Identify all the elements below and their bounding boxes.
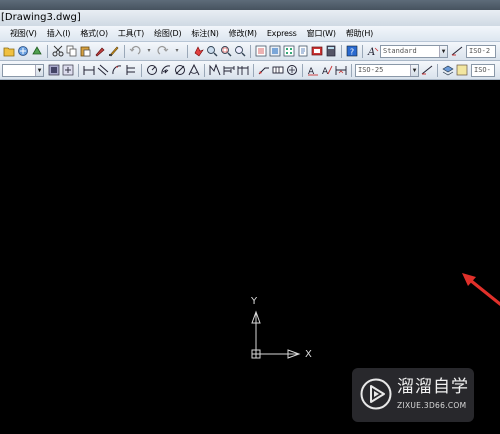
toolbar-separator xyxy=(253,63,254,77)
menu-help[interactable]: 帮助(H) xyxy=(343,27,376,41)
toolbar-separator xyxy=(78,63,79,77)
dimension-style-icon[interactable] xyxy=(421,64,433,76)
toolbar-separator xyxy=(204,63,205,77)
jogged-dimension-icon[interactable] xyxy=(160,64,172,76)
menu-modify[interactable]: 修改(M) xyxy=(226,27,260,41)
menu-format[interactable]: 格式(O) xyxy=(77,27,111,41)
undo-dropdown-icon[interactable]: ▾ xyxy=(143,45,155,57)
ucs-y-label: Y xyxy=(251,296,258,307)
open-icon[interactable] xyxy=(3,45,15,57)
quick-leader-icon[interactable] xyxy=(258,64,270,76)
markup-set-icon[interactable] xyxy=(311,45,323,57)
redo-dropdown-icon[interactable]: ▾ xyxy=(171,45,183,57)
tolerance-icon[interactable] xyxy=(272,64,284,76)
dimension-text-edit-icon[interactable]: A xyxy=(321,64,333,76)
watermark: 溜溜自学 ZIXUE.3D66.COM xyxy=(352,368,474,422)
diameter-dimension-icon[interactable] xyxy=(174,64,186,76)
menu-express[interactable]: Express xyxy=(264,27,300,41)
undo-icon[interactable] xyxy=(129,45,141,57)
publish-icon[interactable] xyxy=(31,45,43,57)
dim-style-combo[interactable]: ISO-25 ▼ xyxy=(355,63,419,77)
ucs-x-label: X xyxy=(305,349,312,360)
toolbar-separator xyxy=(250,44,251,58)
toolbar-separator xyxy=(341,44,342,58)
toolbar-separator xyxy=(187,44,188,58)
copy-icon[interactable] xyxy=(66,45,78,57)
dim-style-icon[interactable] xyxy=(451,45,463,57)
dim-style-combo-top[interactable]: ISO-2 xyxy=(466,44,496,58)
layer-state-icon[interactable] xyxy=(456,64,468,76)
ordinate-dimension-icon[interactable] xyxy=(125,64,137,76)
design-center-icon[interactable] xyxy=(269,45,281,57)
radius-dimension-icon[interactable] xyxy=(146,64,158,76)
text-style-icon[interactable]: A xyxy=(367,45,379,57)
chevron-down-icon[interactable]: ▼ xyxy=(439,45,447,57)
ucs-icon: Y X xyxy=(246,296,320,368)
title-bar: [Drawing3.dwg] xyxy=(0,0,500,26)
menu-draw[interactable]: 绘图(D) xyxy=(151,27,184,41)
layer-properties-icon[interactable] xyxy=(48,64,60,76)
play-logo-icon xyxy=(360,378,392,410)
chevron-down-icon[interactable]: ▼ xyxy=(35,64,43,76)
watermark-url: ZIXUE.3D66.COM xyxy=(397,401,467,410)
menu-view[interactable]: 视图(V) xyxy=(7,27,40,41)
text-style-combo[interactable]: Standard ▼ xyxy=(380,44,448,58)
menu-dimension[interactable]: 标注(N) xyxy=(188,27,221,41)
layers-icon[interactable] xyxy=(442,64,454,76)
linear-dimension-icon[interactable] xyxy=(83,64,95,76)
svg-text:A: A xyxy=(322,67,329,76)
continue-dimension-icon[interactable] xyxy=(237,64,249,76)
text-style-value: Standard xyxy=(383,46,417,55)
zoom-window-icon[interactable] xyxy=(220,45,232,57)
menu-window[interactable]: 窗口(W) xyxy=(304,27,339,41)
quick-dimension-icon[interactable] xyxy=(209,64,221,76)
standard-toolbar: ▾ ▾ ? A Standard ▼ ISO-2 xyxy=(0,42,500,61)
right-combo[interactable]: ISO- xyxy=(471,63,495,77)
menu-tools[interactable]: 工具(T) xyxy=(115,27,147,41)
menu-insert[interactable]: 插入(I) xyxy=(44,27,74,41)
layer-combo[interactable]: ▼ xyxy=(2,63,44,77)
sheet-set-icon[interactable] xyxy=(17,45,29,57)
dimension-edit-icon[interactable]: A xyxy=(307,64,319,76)
layer-previous-icon[interactable] xyxy=(62,64,74,76)
svg-text:?: ? xyxy=(350,48,354,57)
pan-icon[interactable] xyxy=(192,45,204,57)
toolbar-separator xyxy=(124,44,125,58)
toolbar-separator xyxy=(362,44,363,58)
toolbar-separator xyxy=(351,63,352,77)
center-mark-icon[interactable] xyxy=(286,64,298,76)
tool-palettes-icon[interactable] xyxy=(283,45,295,57)
toolbar-separator xyxy=(302,63,303,77)
angular-dimension-icon[interactable] xyxy=(188,64,200,76)
block-editor-icon[interactable] xyxy=(108,45,120,57)
menu-bar: 视图(V) 插入(I) 格式(O) 工具(T) 绘图(D) 标注(N) 修改(M… xyxy=(0,26,500,42)
toolbar-separator xyxy=(437,63,438,77)
properties-icon[interactable] xyxy=(255,45,267,57)
zoom-previous-icon[interactable] xyxy=(234,45,246,57)
toolbar-separator xyxy=(141,63,142,77)
dim-style-value-top: ISO-2 xyxy=(469,46,491,55)
sheet-set-manager-icon[interactable] xyxy=(297,45,309,57)
calculator-icon[interactable] xyxy=(325,45,337,57)
arc-length-icon[interactable] xyxy=(111,64,123,76)
dimension-toolbar: ▼ A A ISO-25 ▼ ISO- xyxy=(0,61,500,80)
help-icon[interactable]: ? xyxy=(346,45,358,57)
baseline-dimension-icon[interactable] xyxy=(223,64,235,76)
right-combo-value: ISO- xyxy=(474,65,491,74)
red-arrow-icon xyxy=(456,268,500,308)
match-properties-icon[interactable] xyxy=(94,45,106,57)
svg-text:A: A xyxy=(367,47,375,57)
window-title: [Drawing3.dwg] xyxy=(1,12,81,23)
zoom-realtime-icon[interactable] xyxy=(206,45,218,57)
cut-icon[interactable] xyxy=(52,45,64,57)
watermark-title: 溜溜自学 xyxy=(397,377,469,397)
dimension-update-icon[interactable] xyxy=(335,64,347,76)
toolbar-separator xyxy=(47,44,48,58)
redo-icon[interactable] xyxy=(157,45,169,57)
chevron-down-icon[interactable]: ▼ xyxy=(410,64,418,76)
aligned-dimension-icon[interactable] xyxy=(97,64,109,76)
dim-style-value: ISO-25 xyxy=(358,65,384,74)
paste-icon[interactable] xyxy=(80,45,92,57)
